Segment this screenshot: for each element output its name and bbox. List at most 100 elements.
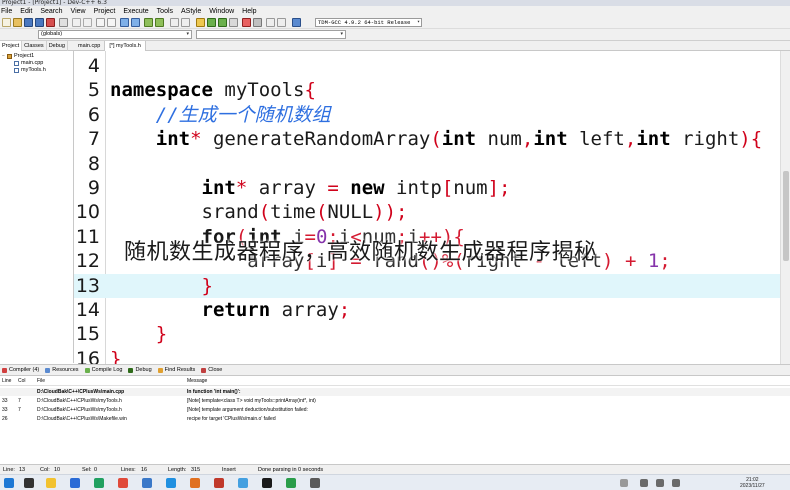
new-project-icon[interactable] xyxy=(170,18,179,27)
tree-file-main[interactable]: main.cpp xyxy=(2,60,46,67)
volume-icon[interactable] xyxy=(656,479,664,487)
message-file: D:\CloudBak\C++\CPlusWs\myTools.h xyxy=(37,398,122,404)
rebuild-icon[interactable] xyxy=(229,18,238,27)
message-line: 26 xyxy=(2,416,8,422)
tab-resources[interactable]: Resources xyxy=(43,365,82,376)
menu-execute[interactable]: Execute xyxy=(119,8,152,15)
windows-taskbar: 21:02 2023/11/27 xyxy=(0,474,790,490)
save-icon[interactable] xyxy=(24,18,33,27)
app-icon[interactable] xyxy=(262,478,272,488)
wechat-icon[interactable] xyxy=(286,478,296,488)
close-icon xyxy=(201,368,207,373)
line-number: 14 xyxy=(75,299,100,321)
message-row[interactable]: 26 D:\CloudBak\C++\CPlusWs\Makefile.win … xyxy=(0,415,790,423)
toggle-bookmark-icon[interactable] xyxy=(144,18,153,27)
header-message[interactable]: Message xyxy=(187,378,207,384)
app-icon[interactable] xyxy=(190,478,200,488)
tab-debug[interactable]: Debug xyxy=(47,41,68,51)
tab-label: Compile Log xyxy=(91,367,123,373)
menu-project[interactable]: Project xyxy=(90,8,120,15)
file-explorer-icon[interactable] xyxy=(46,478,56,488)
line-number: 7 xyxy=(87,128,100,151)
tree-file-mytools[interactable]: myTools.h xyxy=(2,67,46,74)
close-file-icon[interactable] xyxy=(46,18,55,27)
search-icon[interactable] xyxy=(24,478,34,488)
tab-close[interactable]: Close xyxy=(199,365,226,376)
app-icon[interactable] xyxy=(238,478,248,488)
tab-find-results[interactable]: Find Results xyxy=(156,365,200,376)
undo-icon[interactable] xyxy=(72,18,81,27)
debug-icon[interactable] xyxy=(242,18,251,27)
code-line: 15 } xyxy=(74,322,780,346)
project-options-icon[interactable] xyxy=(181,18,190,27)
menu-view[interactable]: View xyxy=(67,8,90,15)
line-number: 5 xyxy=(87,79,100,102)
unindent-icon[interactable] xyxy=(131,18,140,27)
start-windows-icon[interactable] xyxy=(4,478,14,488)
tab-classes[interactable]: Classes xyxy=(22,41,47,51)
message-row[interactable]: D:\CloudBak\C++\CPlusWs\main.cpp In func… xyxy=(0,388,790,396)
delete-profile-icon[interactable] xyxy=(277,18,286,27)
project-name: Project1 xyxy=(14,53,35,59)
menu-help[interactable]: Help xyxy=(238,8,260,15)
scrollbar-thumb[interactable] xyxy=(783,171,789,261)
menu-window[interactable]: Window xyxy=(205,8,238,15)
tray-chevron-icon[interactable] xyxy=(620,479,628,487)
tab-compile-log[interactable]: Compile Log xyxy=(83,365,127,376)
menu-search[interactable]: Search xyxy=(36,8,66,15)
compiler-select[interactable]: TDM-GCC 4.9.2 64-bit Release ▾ xyxy=(315,18,422,27)
menu-bar: File Edit Search View Project Execute To… xyxy=(0,6,790,16)
store-icon[interactable] xyxy=(70,478,80,488)
new-file-icon[interactable] xyxy=(2,18,11,27)
syntax-check-icon[interactable] xyxy=(292,18,301,27)
edge-browser-icon[interactable] xyxy=(94,478,104,488)
profile-icon[interactable] xyxy=(266,18,275,27)
tray-clock[interactable]: 21:02 2023/11/27 xyxy=(740,477,765,489)
code-text: namespace myTools{ xyxy=(110,79,316,102)
code-line: 6 //生成一个随机数组 xyxy=(74,103,780,127)
tree-project-node[interactable]: − Project1 xyxy=(2,53,46,60)
header-file[interactable]: File xyxy=(37,378,45,384)
editor-scrollbar[interactable] xyxy=(780,51,790,364)
tab-project[interactable]: Project xyxy=(0,41,23,51)
menu-file[interactable]: File xyxy=(0,8,16,15)
print-icon[interactable] xyxy=(59,18,68,27)
goto-bookmark-icon[interactable] xyxy=(155,18,164,27)
devcpp-taskbar-icon[interactable] xyxy=(214,478,224,488)
chevron-down-icon: ▾ xyxy=(340,31,343,37)
save-all-icon[interactable] xyxy=(35,18,44,27)
chrome-browser-icon[interactable] xyxy=(118,478,128,488)
redo-icon[interactable] xyxy=(83,18,92,27)
editor-tabs: main.cpp [*] myTools.h xyxy=(74,41,790,51)
tab-mytools-h[interactable]: [*] myTools.h xyxy=(105,41,146,51)
battery-icon[interactable] xyxy=(672,479,680,487)
message-row[interactable]: 33 7 D:\CloudBak\C++\CPlusWs\myTools.h [… xyxy=(0,397,790,405)
app-icon[interactable] xyxy=(310,478,320,488)
tab-label: Find Results xyxy=(164,367,196,373)
message-file: D:\CloudBak\C++\CPlusWs\myTools.h xyxy=(37,407,122,413)
tab-compiler[interactable]: Compiler (4) xyxy=(0,365,43,376)
compile-run-icon[interactable] xyxy=(218,18,227,27)
code-editor[interactable]: 4 5 namespace myTools{ 6 //生成一个随机数组 7 in… xyxy=(74,51,780,364)
tab-main-cpp[interactable]: main.cpp xyxy=(74,41,106,51)
open-folder-icon[interactable] xyxy=(13,18,22,27)
header-line[interactable]: Line xyxy=(2,378,11,384)
network-icon[interactable] xyxy=(640,479,648,487)
code-text: } xyxy=(155,323,168,346)
find-icon[interactable] xyxy=(96,18,105,27)
tab-debug-output[interactable]: Debug xyxy=(126,365,155,376)
message-row[interactable]: 33 7 D:\CloudBak\C++\CPlusWs\myTools.h [… xyxy=(0,406,790,414)
menu-tools[interactable]: Tools xyxy=(153,8,177,15)
menu-edit[interactable]: Edit xyxy=(16,8,36,15)
compile-icon[interactable] xyxy=(196,18,205,27)
indent-icon[interactable] xyxy=(120,18,129,27)
replace-icon[interactable] xyxy=(107,18,116,27)
run-icon[interactable] xyxy=(207,18,216,27)
qq-icon[interactable] xyxy=(166,478,176,488)
class-scope-select[interactable]: (globals) ▾ xyxy=(38,30,192,39)
menu-astyle[interactable]: AStyle xyxy=(177,8,205,15)
stop-icon[interactable] xyxy=(253,18,262,27)
header-col[interactable]: Col xyxy=(18,378,26,384)
app-icon[interactable] xyxy=(142,478,152,488)
member-scope-select[interactable]: ▾ xyxy=(196,30,346,39)
